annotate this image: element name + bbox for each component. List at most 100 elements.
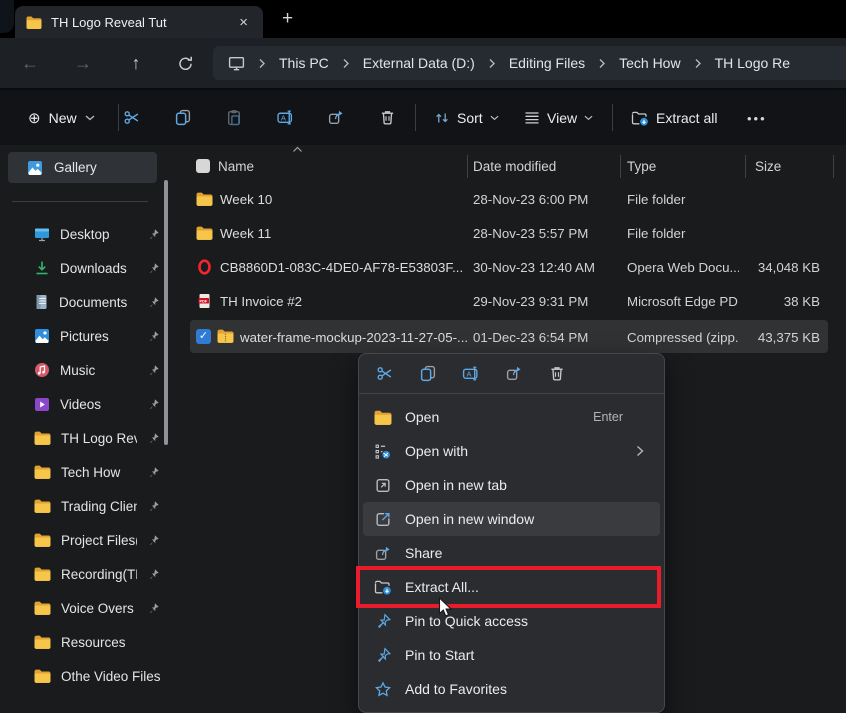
column-header-name[interactable]: Name — [218, 150, 254, 183]
new-button[interactable]: ⊕ New — [20, 103, 103, 133]
menu-item-share[interactable]: Share — [363, 536, 660, 570]
context-menu-quick-actions: A — [359, 354, 664, 394]
folder-icon — [34, 499, 51, 513]
rename-button[interactable]: A — [265, 99, 305, 136]
file-name: water-frame-mockup-2023-11-27-05-... — [240, 320, 472, 354]
sidebar-item-label: Recording(TH) — [61, 567, 137, 582]
column-divider[interactable] — [745, 155, 746, 178]
star-icon — [374, 681, 392, 698]
back-icon[interactable]: ← — [18, 53, 42, 74]
share-icon[interactable] — [505, 365, 523, 382]
view-label: View — [547, 110, 577, 126]
explorer-tab[interactable]: TH Logo Reveal Tut × — [15, 6, 263, 38]
file-name: Week 11 — [220, 216, 472, 250]
column-divider[interactable] — [833, 155, 834, 178]
sidebar-item-downloads[interactable]: Downloads — [0, 251, 170, 285]
menu-item-label: Open in new window — [405, 511, 650, 527]
sidebar-item-gallery[interactable]: Gallery — [8, 152, 157, 183]
sidebar-item-other-video-files[interactable]: Othe Video Files — [0, 659, 170, 693]
paste-button[interactable] — [214, 99, 254, 136]
pin-icon — [147, 602, 160, 615]
column-header-date[interactable]: Date modified — [473, 150, 556, 183]
sidebar-item-pictures[interactable]: Pictures — [0, 319, 170, 353]
menu-item-add-to-favorites[interactable]: Add to Favorites — [363, 672, 660, 706]
sidebar-item-resources[interactable]: Resources — [0, 625, 170, 659]
menu-item-pin-to-start[interactable]: Pin to Start — [363, 638, 660, 672]
sidebar-item-recording[interactable]: Recording(TH) — [0, 557, 170, 591]
file-row-water-frame-mockup-selected[interactable]: ✓ water-frame-mockup-2023-11-27-05-... 0… — [170, 320, 846, 354]
breadcrumb-external-data[interactable]: External Data (D:) — [363, 55, 475, 71]
trash-icon[interactable] — [548, 365, 566, 382]
file-size — [730, 216, 820, 250]
extract-all-button[interactable]: Extract all — [625, 103, 723, 133]
sidebar-item-tech-how[interactable]: Tech How — [0, 455, 170, 489]
copy-icon[interactable] — [419, 365, 437, 382]
menu-item-open-with[interactable]: Open with — [363, 434, 660, 468]
sort-label: Sort — [457, 110, 483, 126]
folder-icon — [34, 533, 51, 547]
breadcrumb-current-folder[interactable]: TH Logo Re — [715, 55, 790, 71]
cut-button[interactable] — [112, 99, 152, 136]
up-icon[interactable]: ↑ — [124, 53, 148, 74]
sidebar-item-voice-overs[interactable]: Voice Overs — [0, 591, 170, 625]
sidebar-item-trading-client[interactable]: Trading Client — [0, 489, 170, 523]
file-type: Compressed (zipp... — [627, 320, 739, 354]
column-divider[interactable] — [620, 155, 621, 178]
file-size: 34,048 KB — [730, 250, 820, 284]
file-size: 43,375 KB — [730, 320, 820, 354]
menu-item-open-in-new-window[interactable]: Open in new window — [363, 502, 660, 536]
pin-icon — [147, 432, 160, 445]
forward-icon[interactable]: → — [71, 53, 95, 74]
folder-icon — [374, 409, 392, 426]
new-tab-button[interactable]: + — [276, 7, 299, 31]
sidebar-item-th-logo-reveal[interactable]: TH Logo Revea — [0, 421, 170, 455]
selected-checkbox[interactable]: ✓ — [196, 329, 211, 344]
file-row-week-11[interactable]: Week 11 28-Nov-23 5:57 PM File folder — [170, 216, 846, 250]
sidebar-item-desktop[interactable]: Desktop — [0, 217, 170, 251]
sidebar-item-project-files[interactable]: Project Files(TH — [0, 523, 170, 557]
copy-button[interactable] — [163, 99, 203, 136]
breadcrumb-editing-files[interactable]: Editing Files — [509, 55, 585, 71]
menu-item-open-in-new-tab[interactable]: Open in new tab — [363, 468, 660, 502]
column-header-type[interactable]: Type — [627, 150, 656, 183]
view-button[interactable]: View — [518, 103, 599, 133]
sidebar-item-documents[interactable]: Documents — [0, 285, 170, 319]
chevron-down-icon — [584, 115, 593, 121]
file-row-opera-doc[interactable]: CB8860D1-083C-4DE0-AF78-E53803F... 30-No… — [170, 250, 846, 284]
column-header-size[interactable]: Size — [755, 150, 781, 183]
extract-all-annotation-box — [356, 566, 661, 608]
breadcrumb-this-pc[interactable]: This PC — [279, 55, 329, 71]
column-divider[interactable] — [467, 155, 468, 178]
open-with-icon — [374, 443, 392, 460]
file-date: 28-Nov-23 6:00 PM — [473, 182, 623, 216]
view-list-icon — [524, 111, 540, 125]
file-date: 01-Dec-23 6:54 PM — [473, 320, 623, 354]
sort-button[interactable]: Sort — [428, 103, 505, 133]
sidebar-item-label: Trading Client — [61, 499, 137, 514]
zip-folder-icon — [217, 329, 234, 343]
sidebar-scrollbar[interactable] — [164, 180, 168, 445]
breadcrumb-tech-how[interactable]: Tech How — [619, 55, 680, 71]
ellipsis-icon: ••• — [747, 111, 767, 126]
gallery-icon — [27, 160, 43, 176]
share-button[interactable] — [316, 99, 356, 136]
sidebar-divider — [12, 201, 148, 202]
tab-close-icon[interactable]: × — [234, 13, 253, 32]
refresh-icon[interactable] — [177, 55, 201, 72]
sidebar-item-label: Documents — [59, 295, 137, 310]
file-row-th-invoice[interactable]: PDF TH Invoice #2 29-Nov-23 9:31 PM Micr… — [170, 284, 846, 318]
menu-item-label: Pin to Start — [405, 647, 650, 663]
file-row-week-10[interactable]: Week 10 28-Nov-23 6:00 PM File folder — [170, 182, 846, 216]
pin-icon — [374, 647, 392, 664]
cut-icon[interactable] — [376, 365, 394, 382]
menu-item-open[interactable]: Open Enter — [363, 400, 660, 434]
rename-icon[interactable]: A — [462, 365, 480, 382]
sidebar-item-videos[interactable]: Videos — [0, 387, 170, 421]
more-options-button[interactable]: ••• — [737, 103, 777, 133]
delete-button[interactable] — [367, 99, 407, 136]
sidebar-item-music[interactable]: Music — [0, 353, 170, 387]
select-all-checkbox[interactable] — [196, 159, 210, 173]
file-date: 30-Nov-23 12:40 AM — [473, 250, 623, 284]
menu-item-pin-to-quick-access[interactable]: Pin to Quick access — [363, 604, 660, 638]
copy-icon — [174, 109, 192, 126]
